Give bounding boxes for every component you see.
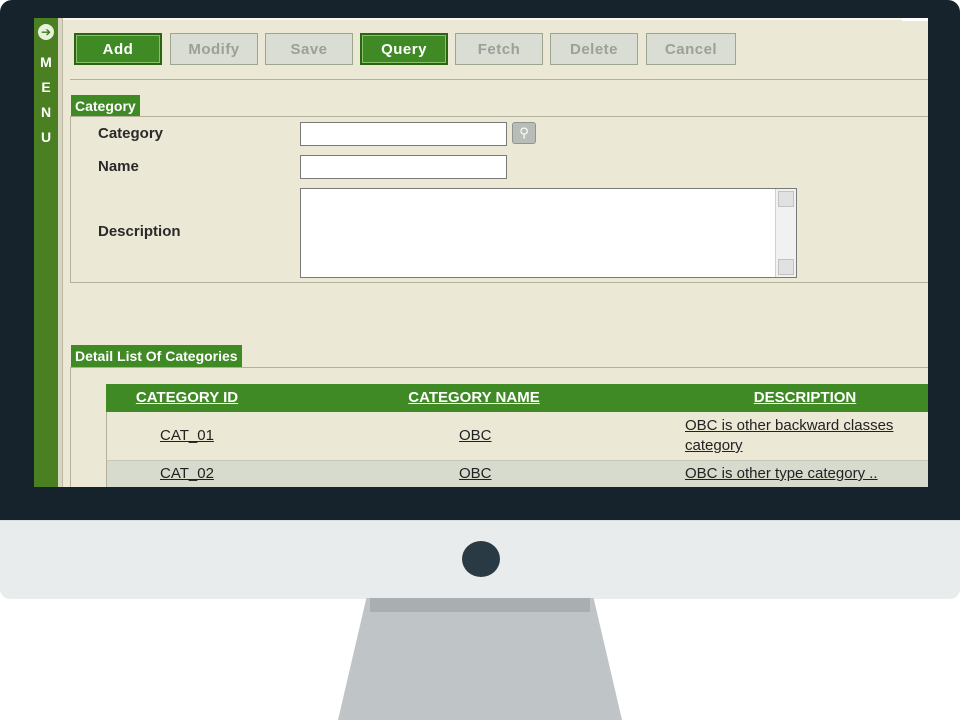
list-section-title: Detail List Of Categories: [71, 345, 242, 367]
cancel-button[interactable]: Cancel: [646, 33, 736, 65]
category-section-title: Category: [71, 95, 140, 117]
menu-letter: N: [40, 104, 52, 120]
menu-letter: E: [41, 79, 51, 95]
column-header-description[interactable]: DESCRIPTION: [682, 384, 928, 412]
monitor-stand: [338, 598, 622, 720]
category-input[interactable]: [300, 122, 507, 146]
menu-letter: U: [40, 129, 52, 145]
column-header-category-id[interactable]: CATEGORY ID: [106, 384, 268, 412]
row-category-name[interactable]: OBC: [459, 465, 492, 482]
category-form: Category ⚲ Name Description: [70, 116, 928, 283]
add-button[interactable]: Add: [74, 33, 162, 65]
modify-button[interactable]: Modify: [170, 33, 258, 65]
menu-letter: M: [40, 54, 52, 70]
menu-label[interactable]: M E N U: [34, 50, 58, 150]
app-screen: ➔ M E N U Add Modify Save Query Fetch De…: [34, 18, 928, 487]
column-header-category-name[interactable]: CATEGORY NAME: [370, 384, 578, 412]
arrow-circle-icon[interactable]: ➔: [38, 24, 54, 40]
row-category-name[interactable]: OBC: [459, 427, 492, 444]
query-button[interactable]: Query: [360, 33, 448, 65]
table-row[interactable]: CAT_02 OBC OBC is other type category ..: [106, 460, 928, 487]
name-label: Name: [98, 158, 139, 175]
side-menu[interactable]: ➔ M E N U: [34, 18, 59, 487]
search-icon[interactable]: ⚲: [512, 122, 536, 144]
category-label: Category: [98, 125, 164, 142]
toolbar-divider: [70, 79, 928, 80]
table-header: CATEGORY ID CATEGORY NAME DESCRIPTION: [106, 384, 928, 412]
screen-top-line: [34, 18, 928, 20]
power-button-icon: [462, 541, 500, 577]
description-textarea[interactable]: [300, 188, 797, 278]
screen-notch: [902, 18, 928, 21]
row-category-id[interactable]: CAT_01: [160, 427, 214, 444]
description-scrollbar[interactable]: [775, 189, 796, 277]
description-label: Description: [98, 223, 181, 240]
delete-button[interactable]: Delete: [550, 33, 638, 65]
table-row[interactable]: CAT_01 OBC OBC is other backward classes…: [106, 412, 928, 460]
monitor-stand-neck: [370, 598, 590, 612]
row-description-line[interactable]: category: [685, 437, 743, 454]
save-button[interactable]: Save: [265, 33, 353, 65]
fetch-button[interactable]: Fetch: [455, 33, 543, 65]
row-category-id[interactable]: CAT_02: [160, 465, 214, 482]
row-description-line[interactable]: OBC is other backward classes: [685, 417, 893, 434]
scroll-up-icon[interactable]: [778, 191, 794, 207]
scroll-down-icon[interactable]: [778, 259, 794, 275]
name-input[interactable]: [300, 155, 507, 179]
row-description-line[interactable]: OBC is other type category ..: [685, 465, 878, 482]
menu-divider: [58, 18, 63, 487]
